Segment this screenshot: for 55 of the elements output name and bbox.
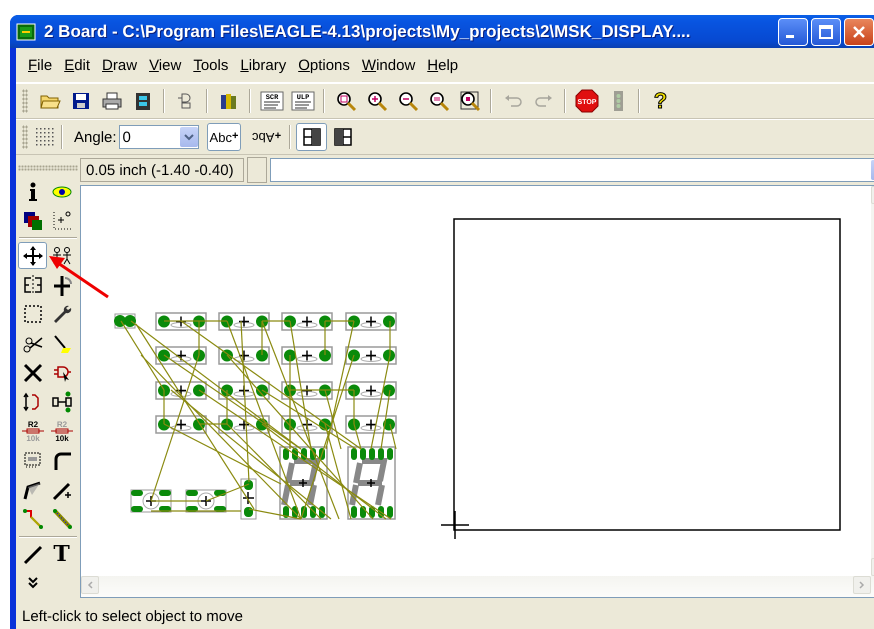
menu-item[interactable]: Library	[234, 56, 292, 74]
tool-button[interactable]: T	[47, 540, 76, 568]
close-icon	[852, 24, 866, 38]
app-logo-icon	[16, 22, 36, 40]
menu-item[interactable]: Window	[356, 56, 422, 74]
grid-mark-icon	[50, 210, 72, 232]
zoom-in-icon	[366, 90, 388, 112]
printer-icon	[100, 90, 122, 112]
angle-select[interactable]: 0	[118, 125, 199, 149]
text-orientation-button[interactable]: Abc+	[206, 123, 242, 151]
mirrored-text-button[interactable]: Abc +	[249, 123, 284, 151]
crosshair-cursor-icon	[440, 510, 470, 540]
close-button[interactable]	[844, 18, 874, 46]
route-icon	[22, 508, 44, 530]
scroll-left-icon	[87, 581, 93, 589]
double-chevron-icon	[26, 576, 40, 590]
layers-icon	[22, 210, 44, 232]
menu-item[interactable]: Help	[421, 56, 464, 74]
help-icon: ?	[654, 88, 668, 114]
grid-icon	[34, 126, 56, 148]
menu-item[interactable]: File	[22, 56, 58, 74]
wire-icon	[22, 543, 44, 566]
menu-item[interactable]: Tools	[187, 56, 234, 74]
two-people-icon	[50, 244, 72, 267]
menu-item[interactable]: Draw	[96, 56, 144, 74]
command-field[interactable]	[270, 158, 874, 182]
maximize-icon	[819, 24, 833, 38]
coordinate-display: 0.05 inch (-1.40 -0.40)	[80, 158, 244, 182]
menu-item[interactable]: View	[143, 56, 188, 74]
zoom-select-icon	[458, 90, 480, 112]
window-title: 2 Board - C:\Program Files\EAGLE-4.13\projects\My_projects\2\MSK_DISPLAY....	[44, 22, 691, 42]
menu-item[interactable]: Options	[292, 56, 356, 74]
dashed-rectangle-icon	[22, 303, 44, 326]
split-view-icon	[302, 128, 321, 146]
cross-icon	[22, 362, 44, 384]
annotation-arrow	[48, 255, 110, 299]
menu-item[interactable]: Edit	[58, 56, 96, 74]
text-tool-icon: T	[53, 541, 70, 568]
zoom-fit-icon	[334, 90, 356, 112]
status-box	[247, 157, 267, 183]
scroll-right-icon	[859, 581, 865, 589]
status-text: Left-click to select object to move	[22, 608, 243, 625]
zoom-out-icon	[396, 90, 418, 112]
angle-label: Angle:	[74, 128, 117, 146]
tool-button[interactable]	[18, 242, 47, 270]
minimize-icon	[786, 35, 794, 38]
move-arrows-icon	[22, 244, 44, 267]
horizontal-scrollbar[interactable]	[81, 576, 874, 597]
zoom-redraw-icon	[428, 90, 450, 112]
layout-button[interactable]	[296, 123, 328, 151]
ripup-icon	[50, 508, 72, 530]
minimize-button[interactable]	[778, 18, 808, 46]
maximize-button[interactable]	[811, 18, 841, 46]
board-canvas[interactable]	[81, 186, 871, 576]
split-view-icon	[334, 128, 352, 146]
